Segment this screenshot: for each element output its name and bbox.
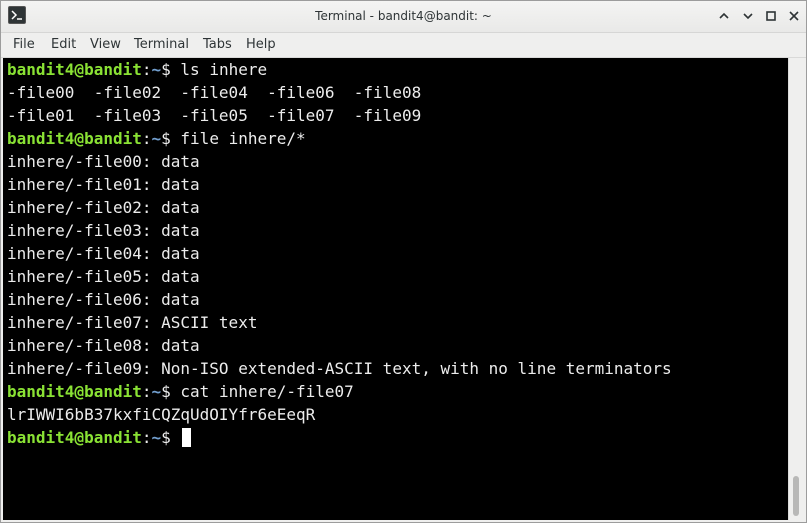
output-line: inhere/-file03: data [7,221,200,240]
prompt-user: bandit4@bandit [7,382,142,401]
chevron-up-icon[interactable] [715,7,733,25]
window-title: Terminal - bandit4@bandit: ~ [315,9,492,23]
output-line: inhere/-file00: data [7,152,200,171]
command-text: file inhere/* [170,129,306,148]
output-line: -file01 -file03 -file05 -file07 -file09 [7,106,422,125]
close-icon[interactable] [785,7,803,25]
prompt-line: bandit4@bandit:~$ [7,426,788,449]
text-cursor [182,428,192,447]
menu-terminal[interactable]: Terminal [134,37,189,52]
menu-view[interactable]: View [90,37,121,52]
output-line: inhere/-file01: data [7,175,200,194]
command-text [171,428,181,447]
output-line: inhere/-file04: data [7,244,200,263]
prompt-user: bandit4@bandit [7,428,142,447]
menu-help[interactable]: Help [246,37,276,52]
prompt-path: ~ [151,129,162,148]
menu-bar: File Edit View Terminal Tabs Help [1,33,806,58]
prompt-line: bandit4@bandit:~$ cat inhere/-file07 [7,380,788,403]
output-line: inhere/-file09: Non-ISO extended-ASCII t… [7,359,672,378]
prompt-sign: $ [161,382,171,401]
command-text: cat inhere/-file07 [170,382,354,401]
minimize-icon[interactable] [739,7,757,25]
output-line: inhere/-file07: ASCII text [7,313,258,332]
prompt-line: bandit4@bandit:~$ ls inhere [7,58,788,81]
prompt-path: ~ [151,382,162,401]
prompt-line: bandit4@bandit:~$ file inhere/* [7,127,788,150]
terminal-output[interactable]: bandit4@bandit:~$ ls inhere -file00 -file… [3,58,788,520]
terminal-window: Terminal - bandit4@bandit: ~ File Edit V… [0,0,807,523]
scrollbar[interactable] [788,58,806,520]
prompt-separator: : [141,382,152,401]
output-line: inhere/-file08: data [7,336,200,355]
prompt-path: ~ [151,60,162,79]
prompt-sign: $ [161,60,171,79]
output-line: inhere/-file06: data [7,290,200,309]
prompt-separator: : [141,60,152,79]
prompt-user: bandit4@bandit [7,129,142,148]
menu-tabs[interactable]: Tabs [203,37,232,52]
maximize-icon[interactable] [762,7,780,25]
output-line: inhere/-file02: data [7,198,200,217]
menu-file[interactable]: File [13,37,35,52]
prompt-sign: $ [161,129,171,148]
scrollbar-thumb[interactable] [793,476,799,516]
menu-edit[interactable]: Edit [51,37,76,52]
output-line: inhere/-file05: data [7,267,200,286]
prompt-user: bandit4@bandit [7,60,142,79]
title-bar[interactable]: Terminal - bandit4@bandit: ~ [1,1,806,33]
output-line: lrIWWI6bB37kxfiCQZqUdOIYfr6eEeqR [7,405,316,424]
prompt-sign: $ [161,428,171,447]
prompt-path: ~ [151,428,162,447]
output-line: -file00 -file02 -file04 -file06 -file08 [7,83,422,102]
prompt-separator: : [141,129,152,148]
command-text: ls inhere [170,60,268,79]
prompt-separator: : [141,428,152,447]
